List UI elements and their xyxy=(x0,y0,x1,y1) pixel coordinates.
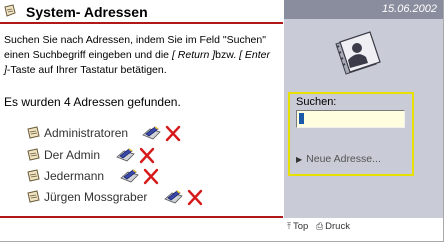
address-book-icon xyxy=(335,31,381,75)
print-icon: ⎙ xyxy=(315,221,324,231)
vcard-icon xyxy=(27,126,40,139)
search-label: Suchen: xyxy=(296,96,337,108)
header-divider xyxy=(0,22,283,24)
result-count: Es wurden 4 Adressen gefunden. xyxy=(4,95,181,109)
address-name[interactable]: Jürgen Mossgraber xyxy=(44,190,147,204)
date-bar: 15.06.2002 xyxy=(284,0,443,19)
delete-icon[interactable] xyxy=(164,125,181,142)
delete-icon[interactable] xyxy=(138,147,155,164)
search-input[interactable] xyxy=(296,110,405,128)
delete-icon[interactable] xyxy=(186,189,203,206)
page-header: System- Adressen xyxy=(0,0,283,24)
date-label: 15.06.2002 xyxy=(381,3,437,15)
edit-icon[interactable] xyxy=(120,168,140,184)
footer-divider xyxy=(0,216,283,218)
arrow-up-icon: ⤒ xyxy=(287,221,291,231)
instructions-part2: bzw. xyxy=(215,49,240,61)
print-label: Druck xyxy=(325,221,350,232)
page-title: System- Adressen xyxy=(26,4,148,20)
print-link[interactable]: ⎙ Druck xyxy=(316,221,350,232)
address-name[interactable]: Jedermann xyxy=(44,169,104,183)
instructions-text: Suchen Sie nach Adressen, indem Sie im F… xyxy=(4,33,276,78)
new-address-label: Neue Adresse... xyxy=(306,153,381,165)
top-link[interactable]: ⤒ Top xyxy=(287,221,308,232)
delete-icon[interactable] xyxy=(142,168,159,185)
address-name[interactable]: Administratoren xyxy=(44,126,128,140)
instructions-part3: -Taste auf Ihrer Tastatur betätigen. xyxy=(6,64,167,76)
top-label: Top xyxy=(292,221,309,232)
address-name[interactable]: Der Admin xyxy=(44,148,100,162)
edit-icon[interactable] xyxy=(116,147,136,163)
text-cursor xyxy=(299,113,304,124)
vcard-icon xyxy=(27,190,40,203)
vcard-icon xyxy=(27,148,40,161)
return-key-label: [ Return ] xyxy=(171,49,216,61)
new-address-link[interactable]: ▶ Neue Adresse... xyxy=(296,153,381,165)
vcard-icon xyxy=(27,169,40,182)
footer-divider-right xyxy=(284,216,443,218)
arrow-right-icon: ▶ xyxy=(296,155,303,164)
edit-icon[interactable] xyxy=(142,125,162,141)
footer-nav: ⤒ Top ⎙ Druck xyxy=(287,221,355,232)
edit-icon[interactable] xyxy=(164,189,184,205)
vcard-icon xyxy=(4,4,16,17)
